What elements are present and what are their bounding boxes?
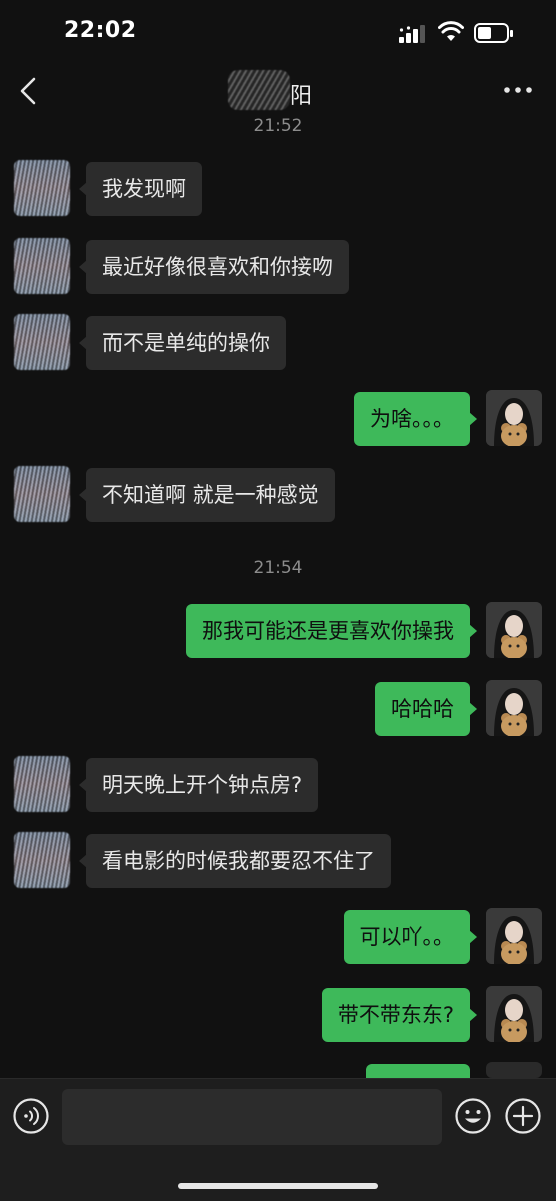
emoji-icon[interactable] (454, 1097, 492, 1135)
avatar[interactable] (14, 314, 70, 370)
voice-icon[interactable] (12, 1097, 50, 1135)
avatar-image (486, 986, 542, 1042)
avatar[interactable] (14, 160, 70, 216)
chat-header: 阳 (0, 66, 556, 114)
contact-name: 阳 (228, 70, 328, 110)
avatar[interactable] (486, 908, 542, 964)
avatar[interactable] (486, 602, 542, 658)
back-icon[interactable] (12, 74, 46, 108)
message-bubble[interactable]: 带不带东东? (321, 988, 478, 1042)
message-bubble[interactable]: 看电影的时候我都要忍不住了 (79, 834, 391, 888)
message-bubble[interactable]: 哈哈哈 (375, 682, 477, 736)
message-bubble[interactable]: 那我可能还是更喜欢你操我 (186, 604, 477, 658)
avatar[interactable] (486, 986, 542, 1042)
wifi-icon (438, 21, 464, 41)
message-bubble[interactable]: 为啥。。。 (354, 392, 477, 446)
plus-icon[interactable] (504, 1097, 542, 1135)
message-bubble-partial[interactable] (366, 1064, 470, 1078)
message-bubble[interactable]: 最近好像很喜欢和你接吻 (79, 240, 349, 294)
avatar-image (486, 602, 542, 658)
status-time: 22:02 (64, 18, 137, 43)
avatar[interactable] (486, 390, 542, 446)
avatar[interactable] (14, 832, 70, 888)
message-bubble[interactable]: 而不是单纯的操你 (79, 316, 286, 370)
more-icon[interactable] (500, 80, 536, 100)
contact-name-visible-char: 阳 (290, 84, 313, 109)
timestamp: 21:52 (253, 116, 303, 136)
avatar[interactable] (486, 1062, 542, 1078)
avatar-image (486, 908, 542, 964)
avatar[interactable] (486, 680, 542, 736)
avatar[interactable] (14, 466, 70, 522)
message-input[interactable] (62, 1089, 442, 1145)
avatar[interactable] (14, 756, 70, 812)
battery-icon (474, 23, 513, 43)
redacted-name-scribble (228, 70, 290, 110)
home-indicator[interactable] (178, 1183, 378, 1189)
status-bar: 22:02 (0, 0, 556, 66)
avatar[interactable] (14, 238, 70, 294)
message-bubble[interactable]: 明天晚上开个钟点房? (78, 758, 319, 812)
signal-icon (399, 25, 425, 43)
avatar-image (486, 390, 542, 446)
input-bar (0, 1078, 556, 1201)
avatar-image (486, 680, 542, 736)
message-bubble[interactable]: 我发现啊 (79, 162, 202, 216)
timestamp: 21:54 (253, 558, 303, 578)
message-bubble[interactable]: 可以吖。。 (343, 910, 477, 964)
message-bubble[interactable]: 不知道啊 就是一种感觉 (79, 468, 335, 522)
